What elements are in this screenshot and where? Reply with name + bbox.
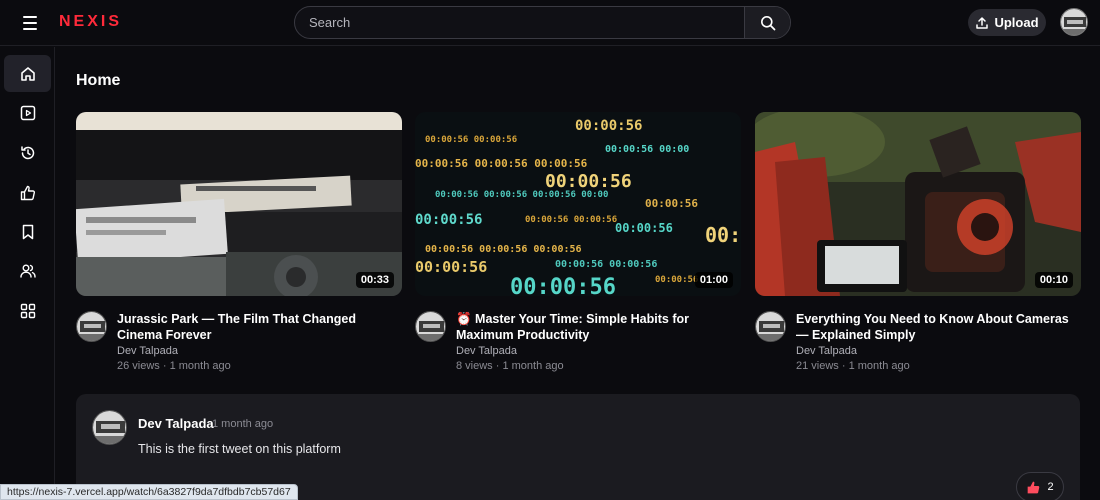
channel-name[interactable]: Dev Talpada	[117, 345, 178, 357]
video-duration: 00:10	[1034, 272, 1073, 288]
tweet-author-avatar[interactable]	[92, 410, 127, 445]
like-count: 2	[1047, 481, 1054, 493]
video-thumbnail[interactable]: 00:33	[76, 112, 402, 296]
video-card[interactable]: 00:10 Everything You Need to Know About …	[755, 112, 1081, 372]
bookmark-icon	[22, 224, 33, 239]
video-title[interactable]: Everything You Need to Know About Camera…	[796, 311, 1076, 343]
app-logo[interactable]: NEXIS	[59, 13, 122, 31]
svg-text:00:00:56: 00:00:56	[645, 197, 698, 210]
upload-label: Upload	[994, 15, 1039, 30]
channel-avatar[interactable]	[76, 311, 107, 342]
search-icon	[760, 15, 775, 30]
tweet-author[interactable]: Dev Talpada	[138, 416, 214, 431]
avatar-image	[1061, 9, 1087, 35]
like-button[interactable]: 2	[1016, 472, 1064, 500]
tweet-content: This is the first tweet on this platform	[138, 442, 341, 456]
video-title[interactable]: Jurassic Park — The Film That Changed Ci…	[117, 311, 397, 343]
svg-text:00:00:56 00:00:56: 00:00:56 00:00:56	[525, 215, 617, 225]
page-title: Home	[76, 72, 121, 89]
sidebar	[0, 47, 55, 500]
svg-text:00:00:56 00:00:56 00:00:56 00:: 00:00:56 00:00:56 00:00:56 00:00	[435, 190, 608, 200]
channel-name[interactable]: Dev Talpada	[456, 345, 517, 357]
sidebar-item-saved[interactable]	[4, 213, 51, 250]
svg-text:00:00:56: 00:00:56	[615, 221, 673, 235]
svg-text:00:00:56: 00:00:56	[415, 258, 487, 276]
svg-text:00:00:56: 00:00:56	[575, 118, 642, 134]
channel-avatar[interactable]	[415, 311, 446, 342]
video-thumbnail[interactable]: 00:00:56 00:00:56 00:00:56 00:00:56 00:0…	[415, 112, 741, 296]
thumbs-up-icon	[20, 185, 35, 200]
svg-text:00:00:56: 00:00:56	[415, 212, 482, 228]
svg-text:00:00:56: 00:00:56	[545, 171, 632, 192]
video-icon	[20, 105, 35, 120]
svg-text:00:00:56 00:00: 00:00:56 00:00	[605, 144, 689, 155]
channel-avatar[interactable]	[755, 311, 786, 342]
svg-text:00:00:56 00:00:56 00:00:56: 00:00:56 00:00:56 00:00:56	[425, 244, 582, 255]
home-icon	[20, 66, 35, 81]
channel-name[interactable]: Dev Talpada	[796, 345, 857, 357]
video-card[interactable]: 00:33 Jurassic Park — The Film That Chan…	[76, 112, 402, 372]
sidebar-item-dashboard[interactable]	[4, 292, 51, 329]
status-bar-url: https://nexis-7.vercel.app/watch/6a3827f…	[0, 484, 298, 500]
svg-text:00:00:56: 00:00:56	[510, 275, 616, 296]
user-avatar[interactable]	[1060, 8, 1088, 36]
sidebar-item-home[interactable]	[4, 55, 51, 92]
video-stats: 21 views · 1 month ago	[796, 360, 910, 372]
upload-icon	[976, 16, 989, 29]
search-button[interactable]	[744, 7, 790, 38]
dashboard-icon	[20, 303, 35, 318]
upload-button[interactable]: Upload	[968, 9, 1046, 36]
video-stats: 8 views · 1 month ago	[456, 360, 564, 372]
top-header: NEXIS Upload	[0, 0, 1100, 46]
video-duration: 00:33	[355, 272, 394, 288]
clock-numbers-thumbnail-image: 00:00:56 00:00:56 00:00:56 00:00:56 00:0…	[415, 112, 741, 296]
svg-text:00:00:56 00:00:56: 00:00:56 00:00:56	[425, 135, 517, 145]
search-bar	[294, 6, 791, 39]
thumbs-up-icon	[1028, 481, 1040, 493]
search-input[interactable]	[295, 7, 745, 38]
camera-thumbnail-image	[755, 112, 1081, 296]
svg-text:00:: 00:	[705, 223, 741, 247]
sidebar-item-history[interactable]	[4, 134, 51, 171]
video-duration: 01:00	[694, 272, 733, 288]
svg-text:00:00:56 00:00:56 00:00:56: 00:00:56 00:00:56 00:00:56	[415, 157, 588, 170]
sidebar-item-subscriptions[interactable]	[4, 252, 51, 289]
history-icon	[20, 145, 34, 159]
video-thumbnail[interactable]: 00:10	[755, 112, 1081, 296]
users-icon	[19, 264, 36, 278]
sidebar-item-liked[interactable]	[4, 174, 51, 211]
tweet-time: 1 month ago	[212, 418, 274, 430]
vhs-tape-thumbnail-image	[76, 112, 402, 296]
svg-text:00:00:56 00:00:56: 00:00:56 00:00:56	[555, 259, 657, 270]
video-stats: 26 views · 1 month ago	[117, 360, 231, 372]
menu-icon[interactable]	[18, 12, 42, 34]
video-title[interactable]: ⏰ Master Your Time: Simple Habits for Ma…	[456, 311, 736, 343]
video-card[interactable]: 00:00:56 00:00:56 00:00:56 00:00:56 00:0…	[415, 112, 741, 372]
svg-text:00:00:56: 00:00:56	[655, 275, 698, 285]
sidebar-item-videos[interactable]	[4, 94, 51, 131]
